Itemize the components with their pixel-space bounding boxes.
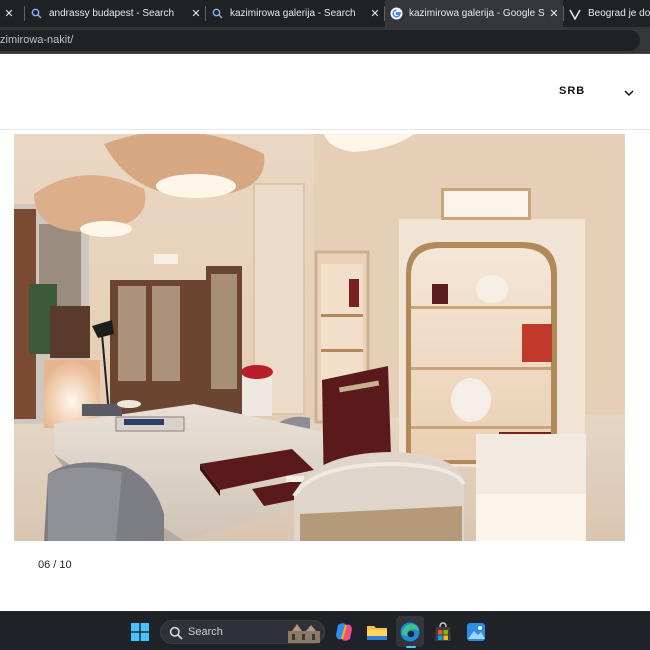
gallery-image[interactable] [14,134,625,541]
active-app-indicator [406,646,416,648]
taskbar-search-box[interactable]: Search [160,620,325,644]
google-icon [389,7,403,21]
taskbar: Search [0,611,650,650]
language-selector[interactable]: SRB [559,85,585,97]
tab-title: kazimirowa galerija - Search [230,8,356,19]
file-explorer-icon[interactable] [366,621,388,643]
browser-tab[interactable]: ✕ [0,0,24,27]
site-header: SRB [0,55,650,130]
search-icon [169,626,183,640]
tab-title: Beograd je dobi [588,8,650,19]
search-highlight-building-icon [288,624,320,643]
copilot-icon[interactable] [333,621,355,643]
site-v-icon [568,7,582,21]
edge-browser-icon[interactable] [399,621,421,643]
browser-tab[interactable]: andrassy budapest - Search ✕ [25,0,205,27]
microsoft-store-icon[interactable] [432,621,454,643]
browser-tab[interactable]: kazimirowa galerija - Search ✕ [206,0,384,27]
taskbar-search-placeholder: Search [188,626,223,638]
close-icon[interactable]: ✕ [545,7,563,20]
close-icon[interactable]: ✕ [0,7,18,20]
url-field[interactable]: zimirowa-nakit/ [0,30,640,51]
search-icon [29,7,43,21]
browser-tab-active[interactable]: kazimirowa galerija - Google Search ✕ [385,0,563,27]
close-icon[interactable]: ✕ [366,7,384,20]
browser-tab-strip: ✕ andrassy budapest - Search ✕ kazimirow… [0,0,650,27]
tab-title: kazimirowa galerija - Google Search [409,8,545,19]
photos-app-icon[interactable] [465,621,487,643]
close-icon[interactable]: ✕ [187,7,205,20]
tab-title: andrassy budapest - Search [49,8,175,19]
windows-start-icon[interactable] [131,623,149,641]
gallery-counter: 06 / 10 [38,559,72,571]
search-icon [210,7,224,21]
chevron-down-icon[interactable] [623,88,635,98]
address-bar: zimirowa-nakit/ [0,27,650,54]
boutique-interior-photo [14,134,625,541]
url-text: zimirowa-nakit/ [0,34,74,46]
browser-tab[interactable]: Beograd je dobi [564,0,650,27]
web-page: SRB 06 / 10 [0,55,650,611]
